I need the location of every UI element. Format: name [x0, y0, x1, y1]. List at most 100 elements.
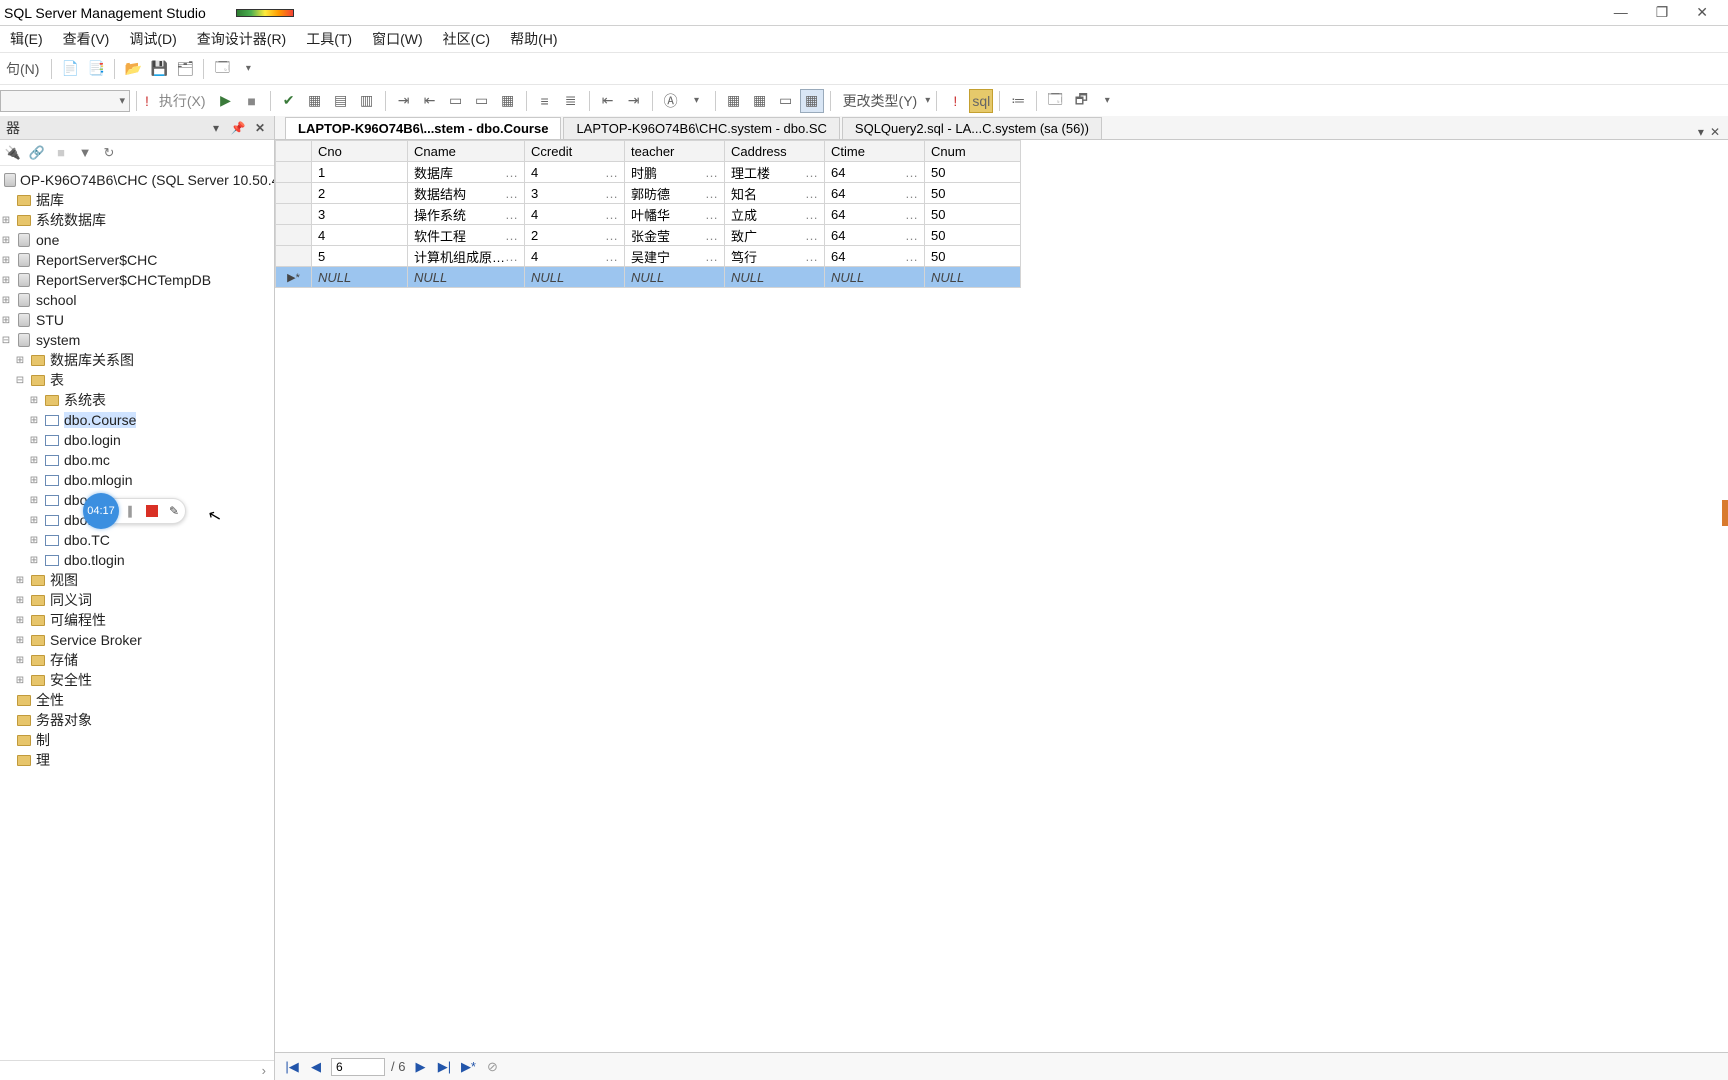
add-group-icon[interactable]: 🗔	[1043, 89, 1067, 113]
cell[interactable]: 3…	[525, 183, 625, 204]
cell[interactable]: 理工楼…	[725, 162, 825, 183]
security-node[interactable]: 安全性	[50, 670, 92, 690]
menu-window[interactable]: 窗口(W)	[362, 25, 433, 53]
tab-sqlquery2[interactable]: SQLQuery2.sql - LA...C.system (sa (56))	[842, 117, 1102, 139]
minimize-button[interactable]: —	[1614, 4, 1628, 21]
synonyms-node[interactable]: 同义词	[50, 590, 92, 610]
col-header-teacher[interactable]: teacher	[625, 141, 725, 162]
sql-icon[interactable]: sql	[969, 89, 993, 113]
stop-connection-icon[interactable]: ■	[52, 144, 70, 162]
results-grid-icon[interactable]: ▦	[496, 89, 520, 113]
tables-node[interactable]: 表	[50, 370, 64, 390]
verify-sql-icon[interactable]: ≔	[1006, 89, 1030, 113]
explorer-scroll-right[interactable]: ›	[0, 1060, 274, 1080]
connect-icon[interactable]: 🔌	[4, 144, 22, 162]
change-type-button[interactable]: 更改类型(Y)	[837, 91, 924, 111]
close-button[interactable]: ✕	[1696, 4, 1708, 21]
cell[interactable]: 吴建宁…	[625, 246, 725, 267]
nav-next-icon[interactable]: ▶	[411, 1058, 429, 1076]
null-cell[interactable]: NULL	[525, 267, 625, 288]
col-header-cno[interactable]: Cno	[312, 141, 408, 162]
panel-close-icon[interactable]: ✕	[252, 120, 268, 136]
col-header-cnum[interactable]: Cnum	[925, 141, 1021, 162]
db-node[interactable]: school	[36, 292, 76, 308]
indent-icon[interactable]: ⇥	[392, 89, 416, 113]
row-header[interactable]	[276, 225, 312, 246]
cell[interactable]: 4…	[525, 246, 625, 267]
cell[interactable]: 2	[312, 183, 408, 204]
cell[interactable]: 时鹏…	[625, 162, 725, 183]
new-project-icon[interactable]: 📑	[84, 57, 108, 81]
filter-icon[interactable]: ▼	[76, 144, 94, 162]
disconnect-icon[interactable]: 🔗	[28, 144, 46, 162]
cell[interactable]: 64…	[825, 246, 925, 267]
specify-values-icon[interactable]: Ⓐ	[659, 89, 683, 113]
results-pane-icon[interactable]: ▦	[800, 89, 824, 113]
db-node-system[interactable]: system	[36, 332, 80, 348]
views-node[interactable]: 视图	[50, 570, 78, 590]
outdent-icon[interactable]: ⇤	[418, 89, 442, 113]
cell[interactable]: 2…	[525, 225, 625, 246]
null-cell[interactable]: NULL	[725, 267, 825, 288]
cell[interactable]: 50	[925, 162, 1021, 183]
cell[interactable]: 数据库…	[408, 162, 525, 183]
refresh-icon[interactable]: ↻	[100, 144, 118, 162]
db-node[interactable]: STU	[36, 312, 64, 328]
db-node[interactable]: ReportServer$CHCTempDB	[36, 272, 211, 288]
row-header[interactable]	[276, 183, 312, 204]
table-row[interactable]: 2数据结构…3…郭昉德…知名…64…50	[276, 183, 1021, 204]
panel-pin-icon[interactable]: 📌	[230, 120, 246, 136]
cell[interactable]: 致广…	[725, 225, 825, 246]
cell[interactable]: 64…	[825, 183, 925, 204]
show-sql-pane-icon[interactable]: ▥	[355, 89, 379, 113]
open-folder-icon[interactable]: 📂	[121, 57, 145, 81]
recorder-stop-icon[interactable]	[141, 505, 163, 517]
cell[interactable]: 郭昉德…	[625, 183, 725, 204]
null-cell[interactable]: NULL	[625, 267, 725, 288]
execute-sql-icon[interactable]: !	[943, 89, 967, 113]
cell[interactable]: 4…	[525, 204, 625, 225]
col-header-cname[interactable]: Cname	[408, 141, 525, 162]
parse-check-icon[interactable]: ✔	[277, 89, 301, 113]
cell[interactable]: 50	[925, 204, 1021, 225]
null-cell[interactable]: NULL	[925, 267, 1021, 288]
menu-community[interactable]: 社区(C)	[433, 25, 500, 53]
table-node[interactable]: dbo.mc	[64, 452, 110, 468]
table-node[interactable]: dbo.tlogin	[64, 552, 125, 568]
change-type-dropdown-icon[interactable]: ▾	[925, 95, 930, 106]
cell[interactable]: 50	[925, 225, 1021, 246]
system-databases-node[interactable]: 系统数据库	[36, 210, 106, 230]
screen-recorder-widget[interactable]: 04:17 ∥ ✎	[88, 498, 186, 524]
cell[interactable]: 软件工程…	[408, 225, 525, 246]
cell[interactable]: 知名…	[725, 183, 825, 204]
comment-icon[interactable]: ▭	[444, 89, 468, 113]
recorder-pause-icon[interactable]: ∥	[119, 504, 141, 518]
system-tables-node[interactable]: 系统表	[64, 390, 106, 410]
table-node-course[interactable]: dbo.Course	[64, 412, 136, 428]
row-header[interactable]	[276, 204, 312, 225]
data-grid[interactable]: Cno Cname Ccredit teacher Caddress Ctime…	[275, 140, 1728, 1052]
cell[interactable]: 立成…	[725, 204, 825, 225]
cell[interactable]: 64…	[825, 204, 925, 225]
table-node[interactable]: dbo.TC	[64, 532, 110, 548]
col-header-caddress[interactable]: Caddress	[725, 141, 825, 162]
table-row[interactable]: 4软件工程…2…张金莹…致广…64…50	[276, 225, 1021, 246]
criteria-pane-icon[interactable]: ▦	[748, 89, 772, 113]
cell[interactable]: 笃行…	[725, 246, 825, 267]
service-broker-node[interactable]: Service Broker	[50, 632, 142, 648]
null-cell[interactable]: NULL	[408, 267, 525, 288]
cell[interactable]: 64…	[825, 225, 925, 246]
nav-cancel-icon[interactable]: ⊘	[483, 1058, 501, 1076]
save-all-icon[interactable]: 🗂	[173, 57, 197, 81]
cell[interactable]: 数据结构…	[408, 183, 525, 204]
nav-new-icon[interactable]: ▶*	[459, 1058, 477, 1076]
cell[interactable]: 50	[925, 183, 1021, 204]
nav-last-icon[interactable]: ▶|	[435, 1058, 453, 1076]
activity-icon[interactable]: 🗔	[210, 57, 234, 81]
diagrams-node[interactable]: 数据库关系图	[50, 350, 134, 370]
tab-dbo-course[interactable]: LAPTOP-K96O74B6\...stem - dbo.Course	[285, 117, 561, 139]
tab-close-icon[interactable]: ✕	[1710, 125, 1720, 139]
panel-dropdown-icon[interactable]: ▾	[208, 120, 224, 136]
increase-indent-icon[interactable]: ⇤	[596, 89, 620, 113]
cell[interactable]: 3	[312, 204, 408, 225]
